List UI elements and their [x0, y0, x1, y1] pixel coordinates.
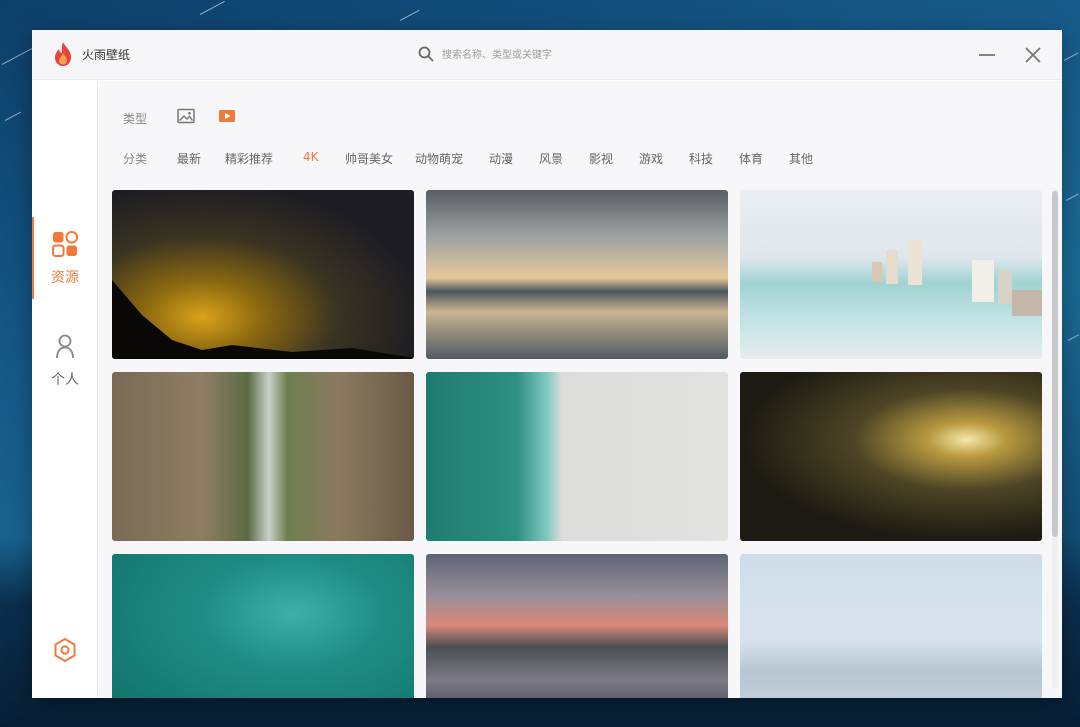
video-icon[interactable]: [218, 108, 236, 124]
dusk-lake-hills-thumbnail[interactable]: [426, 554, 728, 698]
grid-icon: [52, 231, 78, 257]
category-filter-label: 分类: [123, 152, 148, 166]
category-people[interactable]: 帅哥美女: [345, 150, 393, 167]
sidebar: 资源 个人: [32, 81, 98, 698]
title-bar: 火雨壁纸: [32, 30, 1062, 80]
meteor-streak: [1063, 52, 1079, 61]
image-icon[interactable]: [177, 108, 195, 124]
surfers-ocean-thumbnail[interactable]: [112, 554, 414, 698]
category-anime[interactable]: 动漫: [489, 150, 513, 167]
meteor-streak: [199, 0, 225, 15]
sidebar-item-resources[interactable]: 资源: [32, 215, 98, 299]
search-icon[interactable]: [418, 46, 434, 62]
search-input[interactable]: [442, 44, 672, 66]
meteor-streak: [1, 47, 35, 65]
sidebar-item-label: 个人: [51, 372, 79, 388]
misty-sea-pier-thumbnail[interactable]: [740, 554, 1042, 698]
cliff-waterfall-thumbnail[interactable]: [112, 372, 414, 541]
category-sports[interactable]: 体育: [739, 150, 763, 167]
city-skyline: [872, 240, 1042, 316]
coastal-city-beach-thumbnail[interactable]: [740, 190, 1042, 359]
minimize-button[interactable]: [975, 43, 999, 67]
category-other[interactable]: 其他: [789, 150, 813, 167]
category-animals[interactable]: 动物萌宠: [415, 150, 463, 167]
search-bar[interactable]: [418, 44, 678, 66]
filter-panel: 类型 分类 最新 精彩推荐 4K 帅哥美女 动物萌宠 动漫 风景 影视 游戏 科…: [99, 81, 1062, 181]
category-tech[interactable]: 科技: [689, 150, 713, 167]
sidebar-item-label: 资源: [51, 270, 79, 286]
starry-night-mountain-thumbnail[interactable]: [112, 190, 414, 359]
flame-logo-icon: [55, 42, 71, 66]
meteor-streak: [1065, 193, 1079, 201]
sidebar-item-personal[interactable]: 个人: [32, 317, 98, 401]
forest-sunlight-thumbnail[interactable]: [740, 372, 1042, 541]
type-filter-label: 类型: [123, 112, 148, 126]
category-featured[interactable]: 精彩推荐: [225, 150, 273, 167]
settings-icon[interactable]: [52, 637, 78, 663]
app-title: 火雨壁纸: [82, 48, 131, 62]
scrollbar-thumb[interactable]: [1052, 191, 1058, 537]
meteor-streak: [399, 9, 420, 21]
category-latest[interactable]: 最新: [177, 150, 201, 167]
aerial-beach-shore-thumbnail[interactable]: [426, 372, 728, 541]
meteor-streak: [1067, 334, 1079, 341]
category-film[interactable]: 影视: [589, 150, 613, 167]
app-window: 火雨壁纸 资源: [32, 30, 1062, 698]
close-button[interactable]: [1021, 43, 1045, 67]
mountain-silhouette: [112, 280, 414, 359]
category-games[interactable]: 游戏: [639, 150, 663, 167]
category-4k[interactable]: 4K: [303, 150, 319, 164]
meteor-streak: [4, 111, 22, 121]
sunset-lake-reflection-thumbnail[interactable]: [426, 190, 728, 359]
user-icon: [56, 334, 74, 359]
wallpaper-grid: [111, 189, 1043, 698]
category-scenery[interactable]: 风景: [539, 150, 563, 167]
main-content: 类型 分类 最新 精彩推荐 4K 帅哥美女 动物萌宠 动漫 风景 影视 游戏 科…: [99, 81, 1062, 698]
